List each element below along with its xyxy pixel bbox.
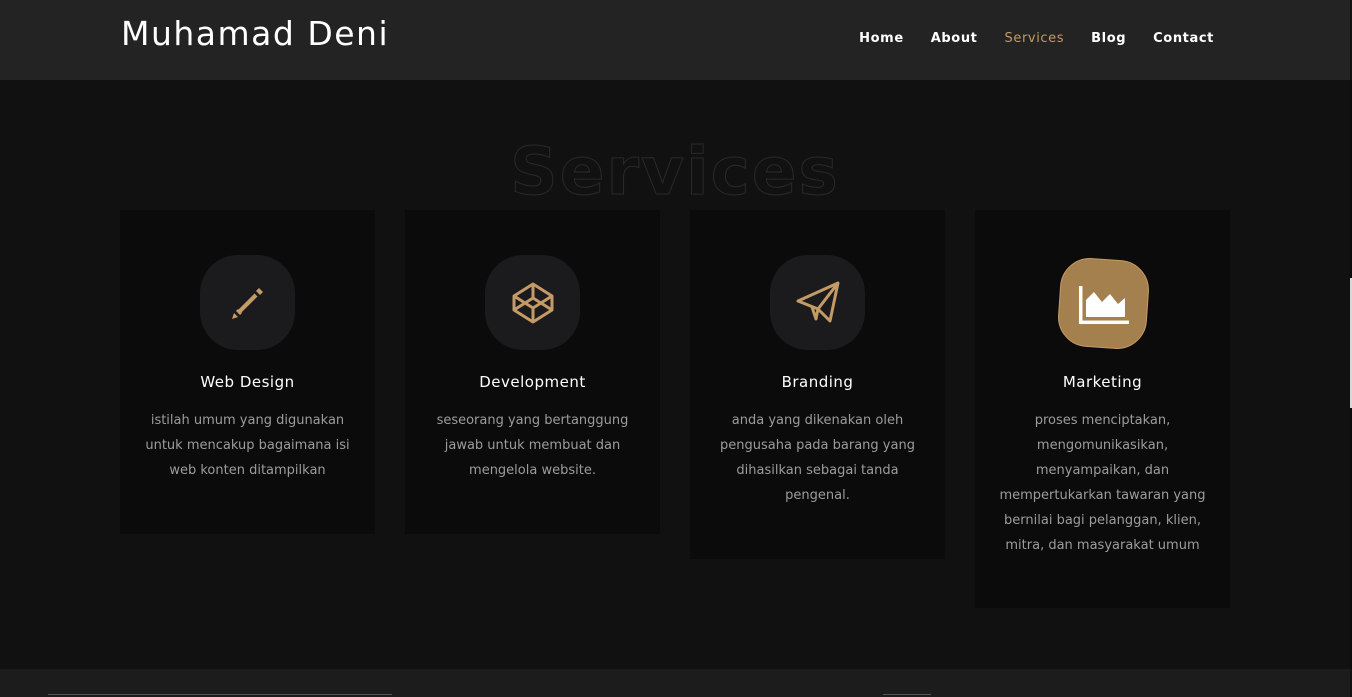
service-icon-box bbox=[485, 255, 580, 350]
pencil-icon bbox=[231, 287, 263, 319]
service-icon-box bbox=[770, 255, 865, 350]
area-chart-icon bbox=[1078, 285, 1129, 324]
codepen-icon bbox=[512, 282, 553, 323]
service-title: Marketing bbox=[1062, 373, 1143, 391]
nav-about[interactable]: About bbox=[931, 31, 978, 46]
footer-divider bbox=[48, 694, 392, 695]
service-description: proses menciptakan, mengomunikasikan, me… bbox=[999, 413, 1206, 553]
service-description: istilah umum yang digunakan untuk mencak… bbox=[145, 413, 350, 478]
footer-divider bbox=[883, 694, 931, 695]
service-description: seseorang yang bertanggung jawab untuk m… bbox=[436, 413, 629, 478]
footer bbox=[0, 669, 1350, 697]
nav-blog[interactable]: Blog bbox=[1091, 31, 1126, 46]
service-title: Development bbox=[479, 373, 586, 391]
section-title: Services bbox=[510, 133, 840, 211]
nav-services[interactable]: Services bbox=[1005, 31, 1065, 46]
service-icon-box-active bbox=[1056, 256, 1151, 351]
service-card-development: Development seseorang yang bertanggung j… bbox=[405, 210, 660, 534]
service-icon-box bbox=[200, 255, 295, 350]
service-card-marketing: Marketing proses menciptakan, mengomunik… bbox=[975, 210, 1230, 608]
nav-contact[interactable]: Contact bbox=[1153, 31, 1214, 46]
service-card-branding: Branding anda yang dikenakan oleh pengus… bbox=[690, 210, 945, 559]
brand-logo[interactable]: Muhamad Deni bbox=[121, 14, 389, 53]
paper-plane-icon bbox=[796, 281, 839, 322]
service-card-web-design: Web Design istilah umum yang digunakan u… bbox=[120, 210, 375, 534]
main-nav: Home About Services Blog Contact bbox=[859, 31, 1214, 46]
nav-home[interactable]: Home bbox=[859, 31, 904, 46]
service-title: Branding bbox=[781, 373, 854, 391]
navbar: Muhamad Deni Home About Services Blog Co… bbox=[0, 0, 1350, 80]
service-description: anda yang dikenakan oleh pengusaha pada … bbox=[720, 413, 915, 503]
service-title: Web Design bbox=[200, 373, 295, 391]
